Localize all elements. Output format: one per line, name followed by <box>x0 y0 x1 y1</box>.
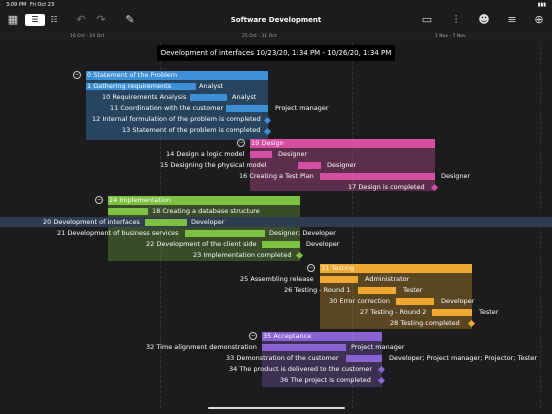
task-label: 18 Creating a database structure <box>152 207 260 215</box>
timescale-label: 1 Nov - 7 Nov <box>435 34 466 39</box>
resource-label: Developer <box>306 240 340 248</box>
task-bar-10[interactable] <box>190 94 227 101</box>
task-bar-22[interactable] <box>262 241 300 248</box>
task-label: 15 Designing the physical model <box>160 161 267 169</box>
resource-label: Designer; Developer <box>269 229 336 237</box>
resource-label: Project manager <box>275 104 329 112</box>
task-label: 20 Development of interfaces <box>43 218 140 226</box>
timescale-label: 25 Oct - 31 Oct <box>242 34 277 39</box>
task-label: 12 Internal formulation of the problem i… <box>92 115 261 123</box>
status-time: 3:09 PM <box>6 2 27 8</box>
collapse-icon[interactable]: − <box>307 264 315 272</box>
task-label: 23 Implementation completed <box>193 251 292 259</box>
resource-label: Developer <box>191 218 225 226</box>
task-label: 34 The product is delivered to the custo… <box>229 365 373 373</box>
task-bar-11[interactable] <box>226 105 268 112</box>
task-tooltip: Development of interfaces 10/23/20, 1:34… <box>157 45 395 61</box>
task-label: 26 Testing - Round 1 <box>284 286 351 294</box>
collapse-icon[interactable]: − <box>73 71 81 79</box>
gantt-chart[interactable]: Development of interfaces 10/23/20, 1:34… <box>0 42 552 408</box>
task-label: 13 Statement of the problem is completed <box>122 126 261 134</box>
task-bar-27[interactable] <box>432 309 472 316</box>
resource-label: Designer <box>441 172 471 180</box>
resource-label: Tester <box>403 286 423 294</box>
task-label: 1 Gathering requirements <box>87 82 172 90</box>
home-indicator[interactable] <box>208 407 345 409</box>
task-label: 10 Requirements Analysis <box>102 93 187 101</box>
task-bar-32[interactable] <box>262 344 346 351</box>
task-bar-20[interactable] <box>145 219 187 226</box>
resource-label: Tester <box>479 308 499 316</box>
task-label: 35 Acceptance <box>263 332 312 340</box>
task-label: 27 Testing - Round 2 <box>360 308 427 316</box>
task-bar-15[interactable] <box>298 162 321 169</box>
collapse-icon[interactable]: − <box>95 196 103 204</box>
resource-label: Administrator <box>365 275 410 283</box>
resource-label: Developer; Project manager; Projector; T… <box>389 354 538 362</box>
battery-icon: ▮▮▮ <box>537 2 546 8</box>
resource-label: Designer <box>327 161 357 169</box>
task-label: 33 Demonstration of the customer <box>226 354 339 362</box>
task-label: 28 Testing completed <box>390 319 460 327</box>
task-label: 24 Implementation <box>109 196 171 204</box>
timescale-label: 16 Oct - 24 Oct <box>70 34 105 39</box>
task-label: 21 Development of business services <box>57 229 179 237</box>
task-label: 0 Statement of the Problem <box>87 71 178 79</box>
task-bar-14[interactable] <box>250 151 272 158</box>
resource-label: Developer <box>441 297 475 305</box>
task-label: 16 Creating a Test Plan <box>239 172 314 180</box>
resource-label: Project manager <box>351 343 405 351</box>
task-bar-33[interactable] <box>346 355 382 362</box>
document-title: Software Development <box>230 16 322 24</box>
status-date: Fri Oct 23 <box>30 2 55 8</box>
task-label: 36 The project is completed <box>280 376 371 384</box>
task-label: 19 Design <box>251 139 284 147</box>
task-label: 31 Testing <box>321 264 355 272</box>
task-bar-21[interactable] <box>185 230 265 237</box>
task-bar-18[interactable] <box>108 208 148 215</box>
task-bar-16[interactable] <box>320 173 435 180</box>
task-label: 14 Design a logic model <box>166 150 245 158</box>
collapse-icon[interactable]: − <box>237 139 245 147</box>
task-bar-30[interactable] <box>396 298 434 305</box>
resource-label: Designer <box>278 150 308 158</box>
task-bar-26[interactable] <box>358 287 396 294</box>
task-label: 11 Coordination with the customer <box>110 104 224 112</box>
task-label: 22 Development of the client side <box>146 240 257 248</box>
task-label: 32 Time alignment demonstration <box>146 343 257 351</box>
resource-label: Analyst <box>199 82 224 90</box>
collapse-icon[interactable]: − <box>249 332 257 340</box>
task-label: 17 Design is completed <box>348 183 425 191</box>
task-label: 30 Error correction <box>329 297 390 305</box>
resource-label: Analyst <box>232 93 257 101</box>
task-label: 25 Assembling release <box>240 275 314 283</box>
status-bar: 3:09 PM Fri Oct 23 ▮▮▮ <box>0 0 552 10</box>
task-bar-25[interactable] <box>320 276 358 283</box>
